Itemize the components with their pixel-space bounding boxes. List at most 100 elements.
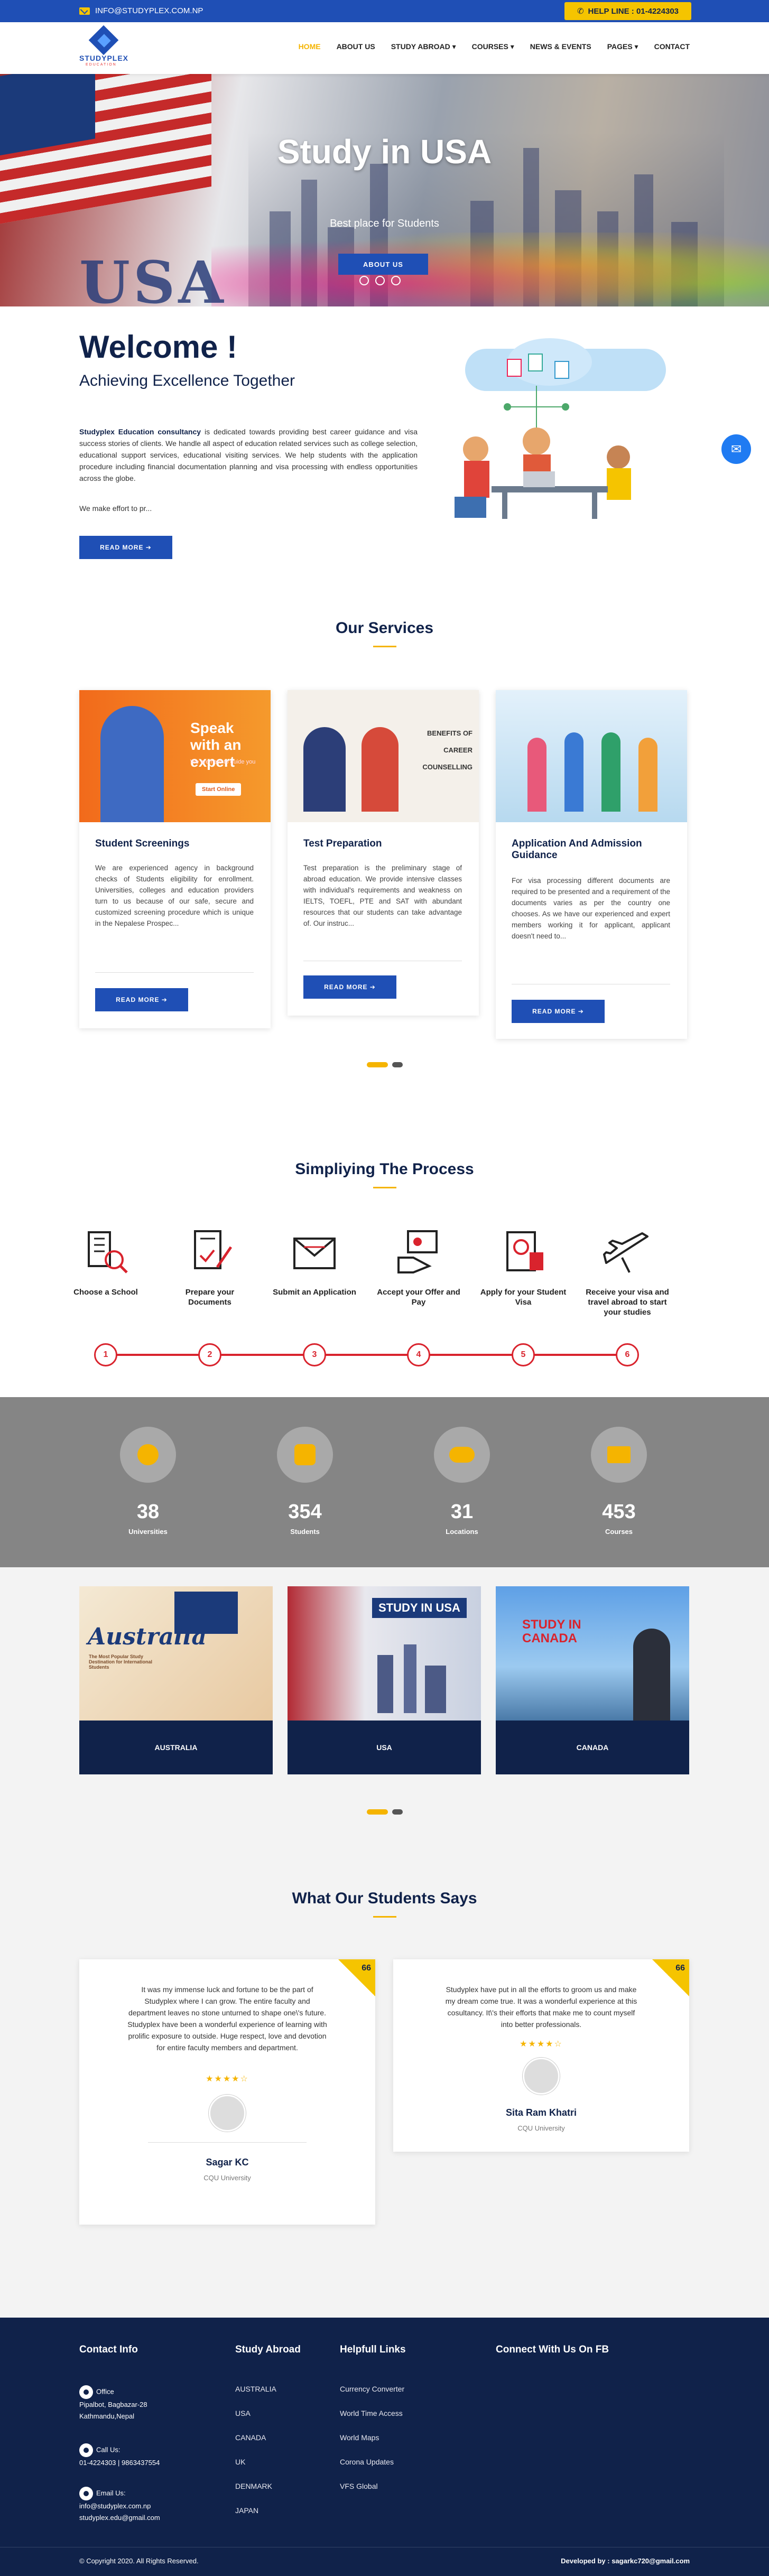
destinations-slider-dots <box>367 1809 403 1815</box>
stat-universities: 38 Universities <box>95 1427 201 1536</box>
quote-icon: 66 <box>652 1959 689 1996</box>
airplane-icon <box>601 1226 654 1279</box>
nav-courses[interactable]: COURSES ▾ <box>472 42 514 51</box>
call-number[interactable]: 01-4224303 | 9863437554 <box>79 2459 160 2467</box>
process-step: Choose a School <box>61 1226 151 1297</box>
footer-helpful-link[interactable]: World Time Access <box>340 2401 404 2425</box>
services-slider-dots <box>367 1062 403 1067</box>
stat-courses: 453 Courses <box>566 1427 672 1536</box>
slider-dot-active[interactable] <box>367 1809 388 1815</box>
footer-helpful-link[interactable]: Currency Converter <box>340 2377 404 2401</box>
footer-study-link[interactable]: AUSTRALIA <box>235 2377 276 2401</box>
slider-dot[interactable] <box>392 1809 403 1815</box>
user-icon <box>277 1427 333 1483</box>
testimonial-name: Sita Ram Khatri <box>505 2107 577 2118</box>
top-email[interactable]: INFO@STUDYPLEX.COM.NP <box>79 6 203 15</box>
destination-card[interactable]: STUDY IN USA USA <box>288 1586 481 1774</box>
avatar <box>209 2095 246 2132</box>
slider-dot[interactable] <box>375 276 385 285</box>
passport-icon <box>497 1226 550 1279</box>
footer-study-link[interactable]: JAPAN <box>235 2498 276 2523</box>
process-step-label: Receive your visa and travel abroad to s… <box>586 1288 669 1317</box>
building-search-icon <box>79 1226 132 1279</box>
footer-study-link[interactable]: CANADA <box>235 2425 276 2450</box>
welcome-body: Studyplex Education consultancy is dedic… <box>79 426 418 484</box>
footer-study-link[interactable]: UK <box>235 2450 276 2474</box>
footer-study-link[interactable]: DENMARK <box>235 2474 276 2498</box>
email-label: Email Us: <box>96 2489 126 2497</box>
service-card: Speak with an expert We are here to guid… <box>79 690 271 1028</box>
destination-image-title: STUDY IN CANADA <box>522 1617 581 1645</box>
destination-label: USA <box>376 1743 392 1752</box>
main-navbar: STUDYPLEX EDUCATION HOME ABOUT US STUDY … <box>0 22 769 74</box>
person-image <box>362 727 399 812</box>
destination-label: CANADA <box>576 1743 609 1752</box>
welcome-read-more-button[interactable]: READ MORE ➔ <box>79 536 172 559</box>
welcome-brand: Studyplex Education consultancy <box>79 427 201 436</box>
nav-pages[interactable]: PAGES ▾ <box>607 42 638 51</box>
copyright-text: © Copyright 2020. All Rights Reserved. <box>79 2557 199 2565</box>
site-footer: Contact Info Office Pipalbot, Bagbazar-2… <box>0 2318 769 2576</box>
footer-fb-heading: Connect With Us On FB <box>496 2344 609 2355</box>
rating-stars: ★★★★☆ <box>206 2075 249 2084</box>
developer-credit[interactable]: Developed by : sagarkc720@gmail.com <box>561 2557 690 2565</box>
book-icon <box>591 1427 647 1483</box>
nav-news-events[interactable]: NEWS & EVENTS <box>530 42 591 51</box>
footer-helpful-link[interactable]: World Maps <box>340 2425 404 2450</box>
destination-card[interactable]: Australia The Most Popular Study Destina… <box>79 1586 273 1774</box>
envelope-icon <box>79 7 90 15</box>
footer-study-list: AUSTRALIA USA CANADA UK DENMARK JAPAN <box>235 2377 276 2523</box>
skyline-image <box>377 1655 393 1713</box>
nav-contact[interactable]: CONTACT <box>654 42 690 51</box>
envelope-icon <box>288 1226 341 1279</box>
service-text: Test preparation is the preliminary stag… <box>303 864 462 927</box>
rating-stars: ★★★★☆ <box>520 2040 563 2049</box>
destination-label: AUSTRALIA <box>154 1743 198 1752</box>
office-label: Office <box>96 2387 114 2396</box>
document-pen-icon <box>183 1226 236 1279</box>
phone-icon: ✆ <box>577 7 584 16</box>
service-read-more-button[interactable]: READ MORE ➔ <box>303 975 396 999</box>
slider-dot[interactable] <box>391 276 401 285</box>
person-image <box>564 732 583 812</box>
top-email-text[interactable]: INFO@STUDYPLEX.COM.NP <box>95 6 203 15</box>
destinations-section: Australia The Most Popular Study Destina… <box>0 1567 769 1863</box>
footer-links-list: Currency Converter World Time Access Wor… <box>340 2377 404 2498</box>
messenger-icon[interactable]: ✉ <box>721 434 751 464</box>
email-link[interactable]: studyplex.edu@gmail.com <box>79 2514 160 2522</box>
service-read-more-button[interactable]: READ MORE ➔ <box>95 988 188 1011</box>
woman-laptop-image <box>100 706 164 822</box>
footer-helpful-link[interactable]: Corona Updates <box>340 2450 404 2474</box>
stat-locations: 31 Locations <box>409 1427 515 1536</box>
footer-helpful-link[interactable]: VFS Global <box>340 2474 404 2498</box>
nav-about[interactable]: ABOUT US <box>337 42 375 51</box>
stat-number: 38 <box>136 1501 160 1523</box>
call-label: Call Us: <box>96 2445 121 2454</box>
process-step-number: 2 <box>198 1343 221 1366</box>
destination-card[interactable]: STUDY IN CANADA CANADA <box>496 1586 689 1774</box>
destination-image-subtitle: The Most Popular Study Destination for I… <box>89 1654 153 1670</box>
email-link[interactable]: info@studyplex.com.np <box>79 2502 151 2510</box>
process-step-number: 5 <box>512 1343 535 1366</box>
hero-bg-usa-text: USA <box>79 248 227 306</box>
service-card: Application And Admission Guidance For v… <box>496 690 687 1039</box>
stat-number: 453 <box>602 1501 636 1523</box>
services-heading: Our Services <box>335 619 434 637</box>
footer-office: Office Pipalbot, Bagbazar-28 Kathmandu,N… <box>79 2385 174 2422</box>
slider-dot[interactable] <box>359 276 369 285</box>
slider-dot[interactable] <box>392 1062 403 1067</box>
service-title: Application And Admission Guidance <box>512 838 642 861</box>
site-logo[interactable]: STUDYPLEX EDUCATION <box>79 25 143 67</box>
testimonial-card: 66 It was my immense luck and fortune to… <box>79 1959 375 2225</box>
helpline-button[interactable]: ✆ HELP LINE : 01-4224303 <box>564 2 691 20</box>
slider-dot-active[interactable] <box>367 1062 388 1067</box>
footer-links-heading: Helpfull Links <box>340 2344 406 2355</box>
welcome-subtitle: Achieving Excellence Together <box>79 372 295 389</box>
hero-about-button[interactable]: ABOUT US <box>338 254 428 275</box>
phone-icon <box>79 2443 93 2457</box>
service-read-more-button[interactable]: READ MORE ➔ <box>512 1000 605 1023</box>
footer-study-link[interactable]: USA <box>235 2401 276 2425</box>
nav-home[interactable]: HOME <box>299 42 321 51</box>
process-step-number: 4 <box>407 1343 430 1366</box>
nav-study-abroad[interactable]: STUDY ABROAD ▾ <box>391 42 456 51</box>
